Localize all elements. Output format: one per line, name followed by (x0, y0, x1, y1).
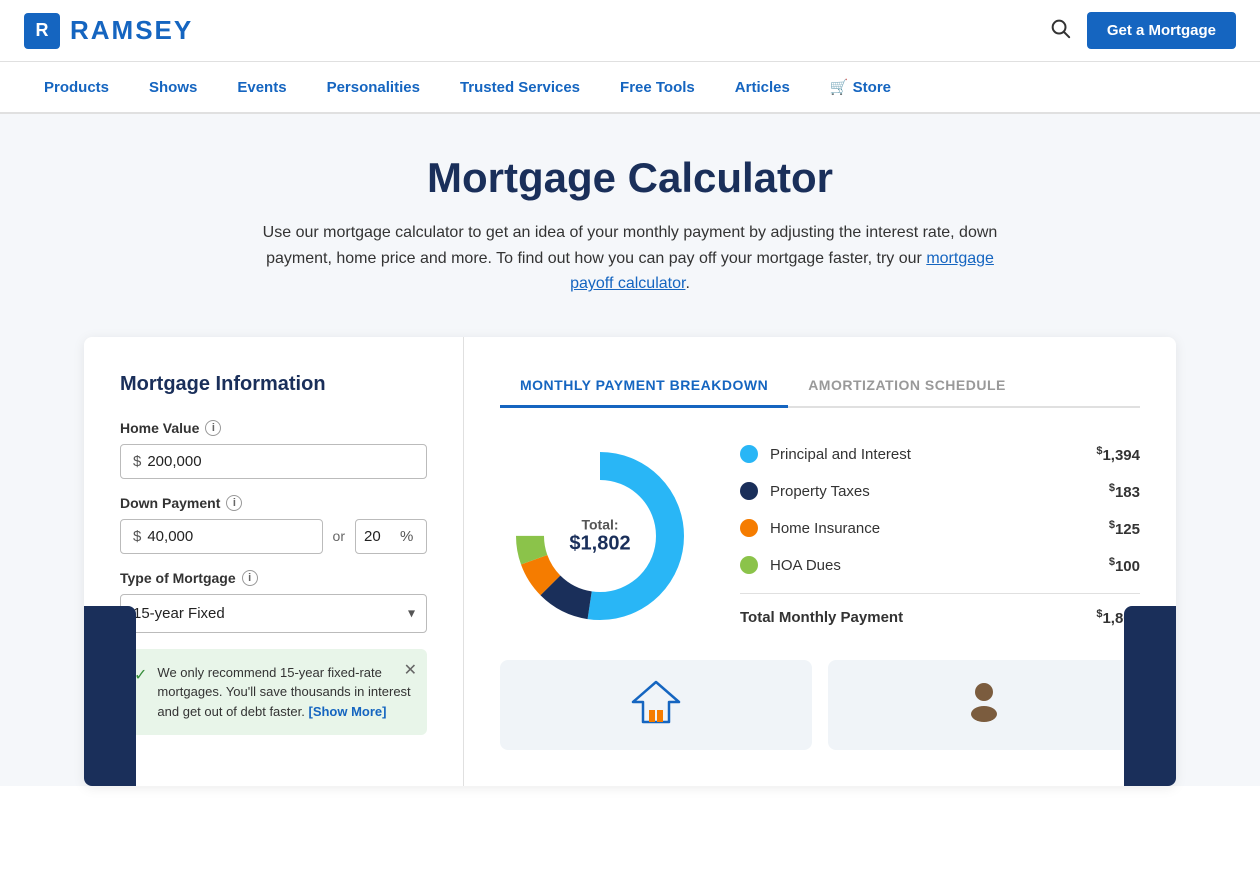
logo-icon: R (24, 13, 60, 49)
search-icon[interactable] (1049, 17, 1071, 45)
person-icon (962, 680, 1006, 724)
sidebar-decoration-left (84, 606, 136, 786)
principal-value: $1,394 (1096, 445, 1140, 464)
down-payment-row: $ or % (120, 519, 427, 554)
close-icon[interactable]: ✕ (404, 659, 417, 683)
principal-label: Principal and Interest (770, 446, 911, 463)
mortgage-type-select[interactable]: 15-year Fixed 30-year Fixed 10-year Fixe… (120, 594, 427, 633)
taxes-value: $183 (1109, 482, 1140, 501)
mortgage-type-select-wrap: 15-year Fixed 30-year Fixed 10-year Fixe… (120, 594, 427, 633)
or-text: or (333, 528, 345, 544)
legend-item-insurance: Home Insurance $125 (740, 519, 1140, 538)
nav-item-shows[interactable]: Shows (129, 63, 217, 112)
home-value-prefix: $ (133, 453, 141, 470)
home-value-label: Home Value i (120, 420, 427, 436)
taxes-label: Property Taxes (770, 483, 870, 500)
total-label: Total Monthly Payment (740, 609, 903, 626)
divider (740, 593, 1140, 594)
nav-item-personalities[interactable]: Personalities (307, 63, 440, 112)
down-payment-pct-input[interactable] (364, 528, 400, 545)
check-icon: ✓ (134, 664, 147, 688)
down-payment-input-wrap: $ (120, 519, 323, 554)
calculator-card: Mortgage Information Home Value i $ Down… (84, 337, 1176, 786)
hoa-label: HOA Dues (770, 557, 841, 574)
insurance-dot (740, 519, 758, 537)
mortgage-info-panel: Mortgage Information Home Value i $ Down… (84, 337, 464, 786)
type-of-mortgage-label: Type of Mortgage i (120, 570, 427, 586)
header: R RAMSEY Get a Mortgage (0, 0, 1260, 62)
home-value-input-wrap: $ (120, 444, 427, 479)
donut-total-value: $1,802 (569, 532, 630, 555)
rec-text: We only recommend 15-year fixed-rate mor… (157, 663, 413, 722)
bottom-card-person (828, 660, 1140, 750)
tab-monthly-payment[interactable]: MONTHLY PAYMENT BREAKDOWN (500, 365, 788, 408)
donut-chart: Total: $1,802 (500, 436, 700, 636)
logo-text: RAMSEY (70, 15, 193, 46)
legend-item-taxes: Property Taxes $183 (740, 482, 1140, 501)
page-title: Mortgage Calculator (24, 154, 1236, 202)
pct-suffix: % (400, 528, 413, 545)
house-icon (631, 680, 681, 724)
bottom-card-house (500, 660, 812, 750)
nav-item-store[interactable]: 🛒 Store (810, 62, 911, 112)
nav-item-free-tools[interactable]: Free Tools (600, 63, 715, 112)
donut-center: Total: $1,802 (569, 516, 630, 555)
header-right: Get a Mortgage (1049, 12, 1236, 49)
down-payment-input[interactable] (147, 528, 309, 545)
main-content: Mortgage Calculator Use our mortgage cal… (0, 114, 1260, 786)
tabs-row: MONTHLY PAYMENT BREAKDOWN AMORTIZATION S… (500, 365, 1140, 408)
main-nav: Products Shows Events Personalities Trus… (0, 62, 1260, 114)
down-payment-prefix: $ (133, 528, 141, 545)
recommendation-box: ✓ We only recommend 15-year fixed-rate m… (120, 649, 427, 736)
logo-area: R RAMSEY (24, 13, 193, 49)
donut-total-label: Total: (569, 516, 630, 532)
nav-item-products[interactable]: Products (24, 63, 129, 112)
taxes-dot (740, 482, 758, 500)
nav-item-articles[interactable]: Articles (715, 63, 810, 112)
mortgage-info-title: Mortgage Information (120, 373, 427, 396)
total-row: Total Monthly Payment $1,802 (740, 608, 1140, 627)
breakdown-content: Total: $1,802 Principal and Interest $1,… (500, 436, 1140, 636)
get-mortgage-button[interactable]: Get a Mortgage (1087, 12, 1236, 49)
home-value-input[interactable] (147, 453, 414, 470)
hoa-value: $100 (1109, 556, 1140, 575)
type-info-icon[interactable]: i (242, 570, 258, 586)
home-value-info-icon[interactable]: i (205, 420, 221, 436)
insurance-label: Home Insurance (770, 520, 880, 537)
down-payment-label: Down Payment i (120, 495, 427, 511)
principal-dot (740, 445, 758, 463)
calculator-description: Use our mortgage calculator to get an id… (250, 220, 1010, 297)
legend-item-hoa: HOA Dues $100 (740, 556, 1140, 575)
down-payment-pct-wrap: % (355, 519, 427, 554)
nav-item-events[interactable]: Events (217, 63, 306, 112)
right-panel: MONTHLY PAYMENT BREAKDOWN AMORTIZATION S… (464, 337, 1176, 786)
down-payment-info-icon[interactable]: i (226, 495, 242, 511)
legend-item-principal: Principal and Interest $1,394 (740, 445, 1140, 464)
nav-item-trusted-services[interactable]: Trusted Services (440, 63, 600, 112)
tab-amortization[interactable]: AMORTIZATION SCHEDULE (788, 365, 1026, 408)
sidebar-decoration-right (1124, 606, 1176, 786)
show-more-link[interactable]: [Show More] (308, 704, 386, 719)
hoa-dot (740, 556, 758, 574)
insurance-value: $125 (1109, 519, 1140, 538)
legend: Principal and Interest $1,394 Property T… (740, 445, 1140, 627)
